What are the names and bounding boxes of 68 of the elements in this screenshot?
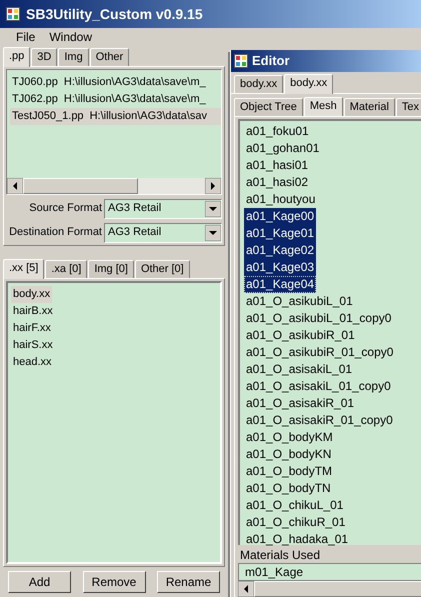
tab[interactable]: Mesh — [304, 97, 343, 116]
mesh-list-item[interactable]: a01_hasi01 — [244, 157, 310, 174]
action-button[interactable]: Add — [8, 571, 71, 593]
tab[interactable]: .xx [5] — [3, 259, 44, 279]
mesh-list-item[interactable]: a01_foku01 — [244, 123, 311, 140]
mesh-list-item[interactable]: a01_O_bodyKM — [244, 429, 335, 446]
tab[interactable]: body.xx — [284, 74, 334, 94]
tab[interactable]: Object Tree — [234, 98, 303, 116]
mesh-list-item[interactable]: a01_Kage01 — [244, 225, 316, 242]
mesh-list-item[interactable]: a01_O_bodyKN — [244, 446, 334, 463]
mesh-list-item[interactable]: a01_gohan01 — [244, 140, 322, 157]
scroll-left-icon[interactable] — [7, 178, 23, 194]
mesh-list-item[interactable]: a01_O_asikubiR_01_copy0 — [244, 344, 396, 361]
mesh-list-item[interactable]: a01_O_bodyTM — [244, 463, 334, 480]
app-icon — [6, 7, 20, 21]
app-icon — [234, 54, 248, 68]
dropdown-arrow-icon[interactable] — [205, 224, 221, 240]
mesh-list-item[interactable]: a01_O_chikuL_01 — [244, 497, 346, 514]
action-button[interactable]: Remove — [82, 571, 146, 593]
format-dropdown[interactable]: AG3 Retail — [104, 198, 222, 218]
file-list-item[interactable]: TestJ050_1.pp H:\illusion\AG3\data\sav — [10, 108, 221, 125]
mesh-list-item[interactable]: a01_O_hadaka_01 — [244, 531, 350, 548]
mesh-list-item[interactable]: a01_Kage04 — [244, 276, 316, 293]
format-label: Source Format — [28, 201, 102, 216]
tab[interactable]: Other [0] — [134, 260, 190, 278]
mesh-list-item[interactable]: a01_O_asikubiL_01_copy0 — [244, 310, 394, 327]
section-label: Materials Used — [239, 547, 322, 563]
file-list-item[interactable]: hairS.xx — [11, 337, 55, 354]
file-list-item[interactable]: hairB.xx — [11, 303, 55, 320]
tab[interactable]: .xa [0] — [45, 260, 88, 278]
mesh-list-item[interactable]: a01_houtyou — [244, 191, 318, 208]
mesh-list-item[interactable]: a01_Kage02 — [244, 242, 316, 259]
file-list-item[interactable]: TJ062.pp H:\illusion\AG3\data\save\m_ — [10, 91, 221, 108]
tab[interactable]: .pp — [3, 47, 30, 67]
mesh-list-item[interactable]: a01_O_asikubiL_01 — [244, 293, 355, 310]
scroll-left-icon[interactable] — [238, 581, 254, 597]
file-list-item[interactable]: hairF.xx — [11, 320, 53, 337]
material-item[interactable]: m01_Kage — [245, 564, 421, 580]
mesh-list-item[interactable]: a01_Kage03 — [244, 259, 316, 276]
horizontal-scrollbar[interactable] — [7, 178, 221, 194]
tab[interactable]: body.xx — [234, 75, 284, 93]
mesh-list-item[interactable]: a01_O_asisakiL_01 — [244, 361, 354, 378]
action-button[interactable]: Rename — [157, 571, 220, 593]
mesh-list-item[interactable]: a01_O_asisakiR_01_copy0 — [244, 412, 395, 429]
file-list-item[interactable]: TJ060.pp H:\illusion\AG3\data\save\m_ — [10, 74, 221, 91]
mesh-list-item[interactable]: a01_O_bodyTN — [244, 480, 333, 497]
menu-item[interactable]: Window — [49, 28, 92, 46]
format-label: Destination Format — [8, 225, 102, 240]
dropdown-arrow-icon[interactable] — [205, 200, 221, 216]
tab[interactable]: Tex — [396, 98, 421, 116]
tab[interactable]: Img [0] — [88, 260, 134, 278]
window-title: SB3Utility_Custom v0.9.15 — [26, 4, 203, 24]
mesh-list-item[interactable]: a01_O_asikubiR_01 — [244, 327, 357, 344]
tab[interactable]: Material — [344, 98, 395, 116]
format-dropdown[interactable]: AG3 Retail — [104, 222, 222, 242]
file-list-item[interactable]: body.xx — [11, 286, 52, 303]
file-list-item[interactable]: head.xx — [11, 354, 54, 371]
mesh-list-item[interactable]: a01_Kage00 — [244, 208, 316, 225]
tab[interactable]: 3D — [31, 48, 58, 66]
editor-title: Editor — [252, 52, 290, 70]
scroll-right-icon[interactable] — [205, 178, 221, 194]
mesh-list-item[interactable]: a01_O_asisakiR_01 — [244, 395, 356, 412]
mesh-list-item[interactable]: a01_hasi02 — [244, 174, 310, 191]
tab[interactable]: Img — [58, 48, 89, 66]
mesh-list-item[interactable]: a01_O_chikuR_01 — [244, 514, 348, 531]
menu-item[interactable]: File — [16, 28, 36, 46]
tab[interactable]: Other — [90, 48, 130, 66]
mesh-list-item[interactable]: a01_O_asisakiL_01_copy0 — [244, 378, 393, 395]
